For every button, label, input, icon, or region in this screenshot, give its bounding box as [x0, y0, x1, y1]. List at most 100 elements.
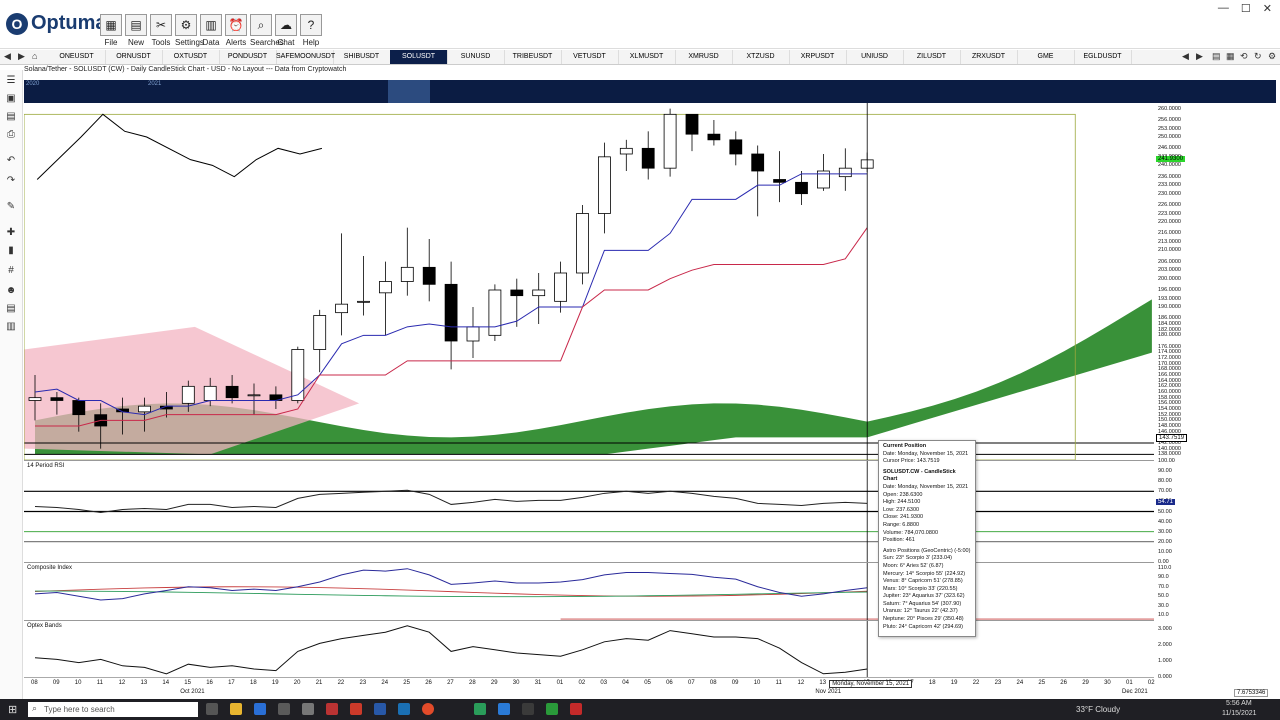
rsi-chart[interactable]: [24, 461, 1154, 562]
composite-pane[interactable]: Composite Index: [24, 563, 1154, 621]
app-icon[interactable]: [350, 703, 362, 715]
tab-sunusd[interactable]: SUNUSD: [447, 50, 505, 64]
person-icon[interactable]: ☻: [4, 284, 18, 298]
candle-body[interactable]: [247, 394, 261, 397]
optuma-taskbar-icon[interactable]: [398, 703, 410, 715]
optex-chart[interactable]: [24, 621, 1154, 677]
price-chart[interactable]: [24, 103, 1154, 460]
overview-selection[interactable]: [388, 80, 430, 103]
candle-body[interactable]: [619, 147, 633, 155]
print-icon[interactable]: ⎙: [4, 128, 18, 142]
candle-body[interactable]: [554, 272, 567, 302]
tab-ornusdt[interactable]: ORNUSDT: [105, 50, 163, 64]
rsi-pane[interactable]: 14 Period RSI: [24, 461, 1154, 563]
candle-body[interactable]: [532, 289, 546, 297]
weather-status[interactable]: 33°F Cloudy: [1076, 705, 1120, 714]
candle-body[interactable]: [28, 397, 42, 401]
tab-xmrusd[interactable]: XMRUSD: [675, 50, 733, 64]
candle-body[interactable]: [773, 179, 786, 183]
refresh-icon[interactable]: ↻: [1254, 51, 1262, 62]
tab-vetusdt[interactable]: VETUSDT: [561, 50, 619, 64]
tab-oneusdt[interactable]: ONEUSDT: [48, 50, 106, 64]
alerts-button[interactable]: ⏰ Alerts: [225, 14, 247, 50]
tab-settings-icon[interactable]: ⚙: [1268, 51, 1276, 62]
candle-body[interactable]: [225, 385, 239, 399]
help-button[interactable]: ? Help: [300, 14, 322, 50]
list-icon[interactable]: ☰: [4, 74, 18, 88]
file-explorer-icon[interactable]: [230, 703, 242, 715]
tab-tribeusdt[interactable]: TRIBEUSDT: [504, 50, 562, 64]
tab-safemoonusdt[interactable]: SAFEMOONUSDT: [276, 50, 335, 64]
candle-body[interactable]: [72, 400, 86, 416]
candle-body[interactable]: [685, 113, 699, 135]
price-pane[interactable]: [24, 103, 1154, 461]
date-axis[interactable]: 08 09 10 11 12 13 14 15 16 17 18 19 20 21 22 23 24 25 26 27…: [24, 677, 1155, 698]
maximize-button[interactable]: ☐: [1241, 2, 1251, 15]
pen-icon[interactable]: ✎: [4, 200, 18, 214]
candle-body[interactable]: [795, 181, 808, 195]
file-button[interactable]: ▦ File: [100, 14, 122, 50]
candle-body[interactable]: [838, 167, 852, 178]
mail-icon[interactable]: [254, 703, 266, 715]
candle-body[interactable]: [291, 349, 305, 401]
undo-icon[interactable]: ↶: [4, 154, 18, 168]
new-button[interactable]: ▤ New: [125, 14, 147, 50]
app-icon[interactable]: [546, 703, 558, 715]
candle-body[interactable]: [488, 289, 502, 336]
candle-body[interactable]: [707, 133, 721, 141]
grid-icon[interactable]: ▦: [1226, 51, 1235, 62]
home-icon[interactable]: ⌂: [32, 51, 37, 61]
candle-body[interactable]: [444, 283, 458, 342]
tab-uniusd[interactable]: UNIUSD: [846, 50, 904, 64]
rsi-axis[interactable]: 100.0090.0080.0070.0060.0050.0040.0030.0…: [1154, 458, 1280, 565]
candle-body[interactable]: [335, 303, 349, 314]
sync-icon[interactable]: ⟲: [1240, 51, 1248, 62]
candle-body[interactable]: [422, 266, 436, 285]
candle-body[interactable]: [576, 213, 589, 274]
app-icon[interactable]: [522, 703, 534, 715]
tab-shibusdt[interactable]: SHIBUSDT: [333, 50, 391, 64]
candle-body[interactable]: [400, 266, 414, 282]
tab-zilusdt[interactable]: ZILUSDT: [903, 50, 961, 64]
app-icon[interactable]: [570, 703, 582, 715]
forward-arrow-icon[interactable]: ▶: [18, 51, 25, 62]
notes-icon[interactable]: ▤: [4, 302, 18, 316]
data-button[interactable]: ▥ Data: [200, 14, 222, 50]
tab-egldusdt[interactable]: EGLDUSDT: [1074, 50, 1132, 64]
back-arrow-icon[interactable]: ◀: [4, 51, 11, 62]
candle-body[interactable]: [598, 156, 611, 214]
tabs-left-icon[interactable]: ◀: [1182, 51, 1189, 62]
candle-body[interactable]: [203, 385, 217, 401]
candle-body[interactable]: [466, 326, 480, 342]
tabs-right-icon[interactable]: ▶: [1196, 51, 1203, 62]
candle-body[interactable]: [510, 289, 524, 297]
composite-axis[interactable]: 110.0 90.0 70.0 50.0 30.0 10.0: [1154, 563, 1280, 620]
app-icon[interactable]: [474, 703, 486, 715]
lock-icon[interactable]: ▮: [4, 244, 18, 258]
store-icon[interactable]: [278, 703, 290, 715]
layout-icon[interactable]: ▤: [1212, 51, 1221, 62]
redo-icon[interactable]: ↷: [4, 174, 18, 188]
candle-body[interactable]: [138, 405, 151, 413]
tab-pondusdt[interactable]: PONDUSDT: [219, 50, 277, 64]
hash-icon[interactable]: #: [4, 264, 18, 278]
searches-button[interactable]: ⌕ Searches: [250, 14, 284, 50]
app-icon[interactable]: [498, 703, 510, 715]
candle-body[interactable]: [181, 385, 195, 404]
candle-body[interactable]: [378, 281, 392, 294]
minimize-button[interactable]: —: [1218, 2, 1229, 15]
clock-date[interactable]: 11/15/2021: [1222, 710, 1257, 717]
candle-body[interactable]: [641, 147, 655, 169]
chrome-icon[interactable]: [422, 703, 434, 715]
clock-time[interactable]: 5:56 AM: [1226, 700, 1252, 707]
crosshair-icon[interactable]: ✚: [4, 226, 18, 240]
open-icon[interactable]: ▣: [4, 92, 18, 106]
tab-solusdt[interactable]: SOLUSDT: [390, 50, 448, 64]
composite-chart[interactable]: [24, 563, 1154, 620]
candle-body[interactable]: [663, 113, 677, 169]
tab-gme[interactable]: GME: [1017, 50, 1075, 64]
candle-body[interactable]: [729, 139, 743, 155]
app-icon[interactable]: [374, 703, 386, 715]
task-view-icon[interactable]: [206, 703, 218, 715]
tab-xrpusdt[interactable]: XRPUSDT: [789, 50, 847, 64]
